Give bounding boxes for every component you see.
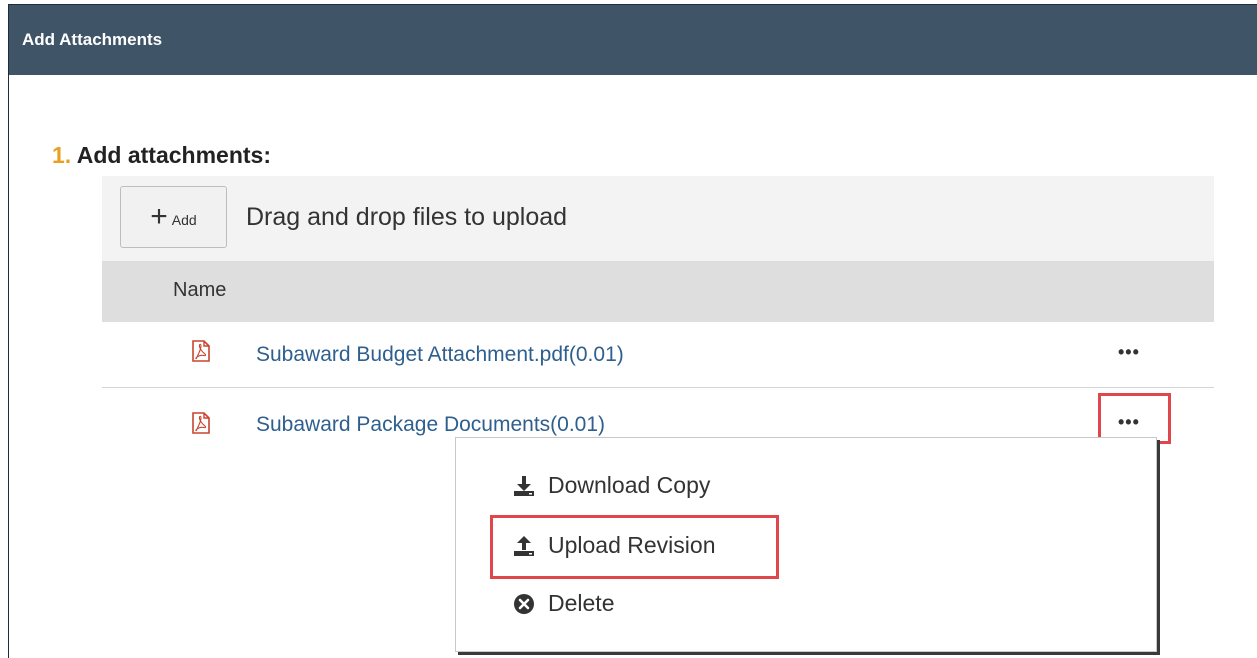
menu-item-label: Download Copy: [548, 472, 711, 498]
menu-item-download-copy[interactable]: Download Copy: [512, 472, 710, 499]
add-button[interactable]: + Add: [120, 186, 227, 248]
section-number: 1.: [52, 142, 72, 168]
column-header-name[interactable]: Name: [173, 279, 226, 302]
plus-icon: +: [150, 200, 168, 233]
drop-zone-text[interactable]: Drag and drop files to upload: [246, 203, 567, 232]
dialog-title: Add Attachments: [22, 30, 163, 49]
file-link[interactable]: Subaward Package Documents(0.01): [256, 413, 605, 437]
file-link[interactable]: Subaward Budget Attachment.pdf(0.01): [256, 343, 624, 367]
pdf-icon: [192, 340, 210, 362]
more-actions-button[interactable]: •••: [1118, 343, 1140, 361]
section-heading: 1. Add attachments:: [52, 142, 271, 169]
pdf-icon: [192, 412, 210, 434]
menu-item-delete[interactable]: Delete: [512, 590, 614, 617]
add-button-label: Add: [171, 212, 197, 228]
upload-revision-highlight: [490, 515, 779, 579]
table-header: [102, 261, 1214, 322]
download-icon: [512, 474, 536, 498]
dialog-title-bar: Add Attachments: [9, 5, 1257, 75]
row-divider: [102, 387, 1214, 388]
menu-item-label: Delete: [548, 590, 615, 616]
delete-icon: [512, 592, 536, 616]
section-label: Add attachments:: [76, 142, 271, 168]
